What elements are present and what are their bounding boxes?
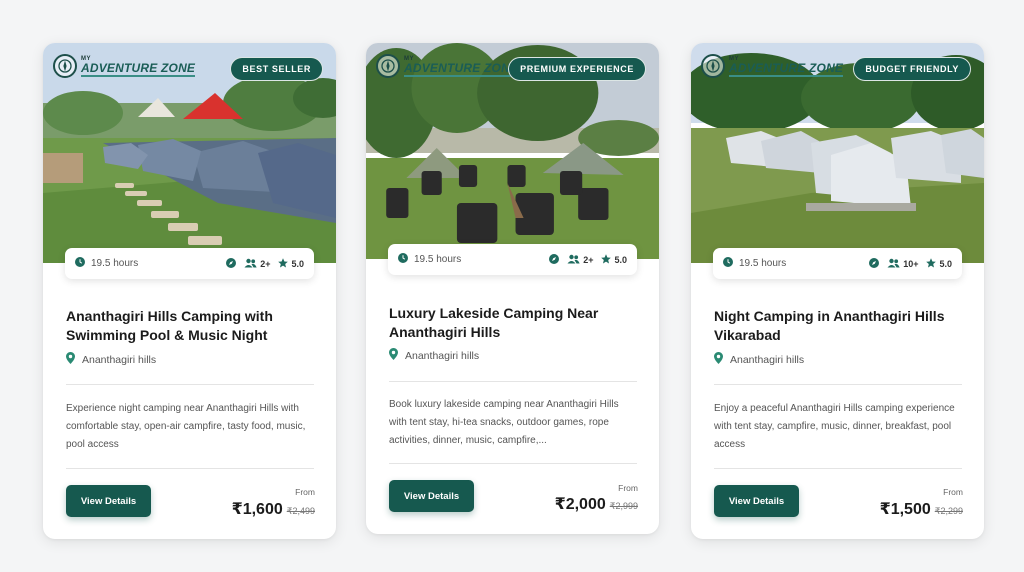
card-title[interactable]: Ananthagiri Hills Camping with Swimming … bbox=[66, 307, 316, 345]
stats-bar: 19.5 hours 2+ 5.0 bbox=[388, 244, 637, 275]
from-label: From bbox=[618, 483, 638, 493]
divider bbox=[714, 468, 962, 469]
price-block: ₹2,000 ₹2,999 bbox=[555, 494, 638, 514]
price-block: ₹1,600 ₹2,499 bbox=[232, 499, 315, 519]
view-details-button[interactable]: View Details bbox=[714, 485, 799, 517]
location-label: Ananthagiri hills bbox=[730, 353, 805, 366]
status-badge: BUDGET FRIENDLY bbox=[853, 57, 971, 81]
clock-icon bbox=[398, 253, 408, 266]
current-price: ₹1,500 bbox=[879, 501, 931, 518]
status-badge: BEST SELLER bbox=[230, 57, 323, 81]
location-label: Ananthagiri hills bbox=[82, 353, 157, 366]
compass-small-icon bbox=[869, 257, 880, 270]
divider bbox=[714, 384, 962, 385]
brand-name: ADVENTURE ZONE bbox=[404, 60, 519, 77]
location: Ananthagiri hills bbox=[714, 352, 804, 367]
star-icon bbox=[601, 253, 612, 266]
original-price: ₹2,499 bbox=[286, 506, 315, 516]
group-size: 10+ bbox=[903, 258, 919, 269]
brand-logo: MY ADVENTURE ZONE bbox=[701, 54, 844, 78]
brand-name: ADVENTURE ZONE bbox=[729, 60, 844, 77]
clock-icon bbox=[723, 257, 733, 270]
package-card[interactable]: MY ADVENTURE ZONE PREMIUM EXPERIENCE 19.… bbox=[366, 43, 659, 534]
original-price: ₹2,999 bbox=[609, 501, 638, 511]
brand-logo: MY ADVENTURE ZONE bbox=[376, 54, 519, 78]
duration: 19.5 hours bbox=[91, 258, 139, 269]
rating: 5.0 bbox=[939, 258, 952, 269]
view-details-button[interactable]: View Details bbox=[389, 480, 474, 512]
brand-logo: MY ADVENTURE ZONE bbox=[53, 54, 196, 78]
rating: 5.0 bbox=[291, 258, 304, 269]
clock-icon bbox=[75, 257, 85, 270]
original-price: ₹2,299 bbox=[934, 506, 963, 516]
location-pin-icon bbox=[714, 352, 723, 367]
compass-small-icon bbox=[226, 257, 237, 270]
current-price: ₹1,600 bbox=[231, 501, 283, 518]
compass-icon bbox=[376, 54, 400, 78]
group-icon bbox=[567, 254, 580, 266]
card-description: Experience night camping near Ananthagir… bbox=[66, 403, 306, 450]
location: Ananthagiri hills bbox=[389, 348, 479, 363]
group-size: 2+ bbox=[260, 258, 271, 269]
card-title[interactable]: Luxury Lakeside Camping Near Ananthagiri… bbox=[389, 304, 639, 342]
package-card[interactable]: MY ADVENTURE ZONE BUDGET FRIENDLY 19.5 h… bbox=[691, 43, 984, 539]
star-icon bbox=[278, 257, 289, 270]
location-pin-icon bbox=[66, 352, 75, 367]
current-price: ₹2,000 bbox=[554, 496, 606, 513]
card-description: Enjoy a peaceful Ananthagiri Hills campi… bbox=[714, 403, 955, 450]
compass-icon bbox=[701, 54, 725, 78]
stats-bar: 19.5 hours 10+ 5.0 bbox=[713, 248, 962, 279]
location: Ananthagiri hills bbox=[66, 352, 156, 367]
divider bbox=[66, 468, 314, 469]
star-icon bbox=[926, 257, 937, 270]
stats-bar: 19.5 hours 2+ 5.0 bbox=[65, 248, 314, 279]
duration: 19.5 hours bbox=[414, 254, 462, 265]
group-icon bbox=[244, 258, 257, 270]
divider bbox=[389, 463, 637, 464]
location-pin-icon bbox=[389, 348, 398, 363]
compass-icon bbox=[53, 54, 77, 78]
divider bbox=[389, 381, 637, 382]
brand-name: ADVENTURE ZONE bbox=[81, 60, 196, 77]
status-badge: PREMIUM EXPERIENCE bbox=[508, 57, 646, 81]
package-card[interactable]: MY ADVENTURE ZONE BEST SELLER 19.5 hours… bbox=[43, 43, 336, 539]
card-description: Book luxury lakeside camping near Ananth… bbox=[389, 399, 619, 446]
from-label: From bbox=[295, 487, 315, 497]
rating: 5.0 bbox=[614, 254, 627, 265]
from-label: From bbox=[943, 487, 963, 497]
view-details-button[interactable]: View Details bbox=[66, 485, 151, 517]
group-icon bbox=[887, 258, 900, 270]
compass-small-icon bbox=[549, 253, 560, 266]
divider bbox=[66, 384, 314, 385]
location-label: Ananthagiri hills bbox=[405, 349, 480, 362]
duration: 19.5 hours bbox=[739, 258, 787, 269]
group-size: 2+ bbox=[583, 254, 594, 265]
price-block: ₹1,500 ₹2,299 bbox=[880, 499, 963, 519]
card-title[interactable]: Night Camping in Ananthagiri Hills Vikar… bbox=[714, 307, 964, 345]
